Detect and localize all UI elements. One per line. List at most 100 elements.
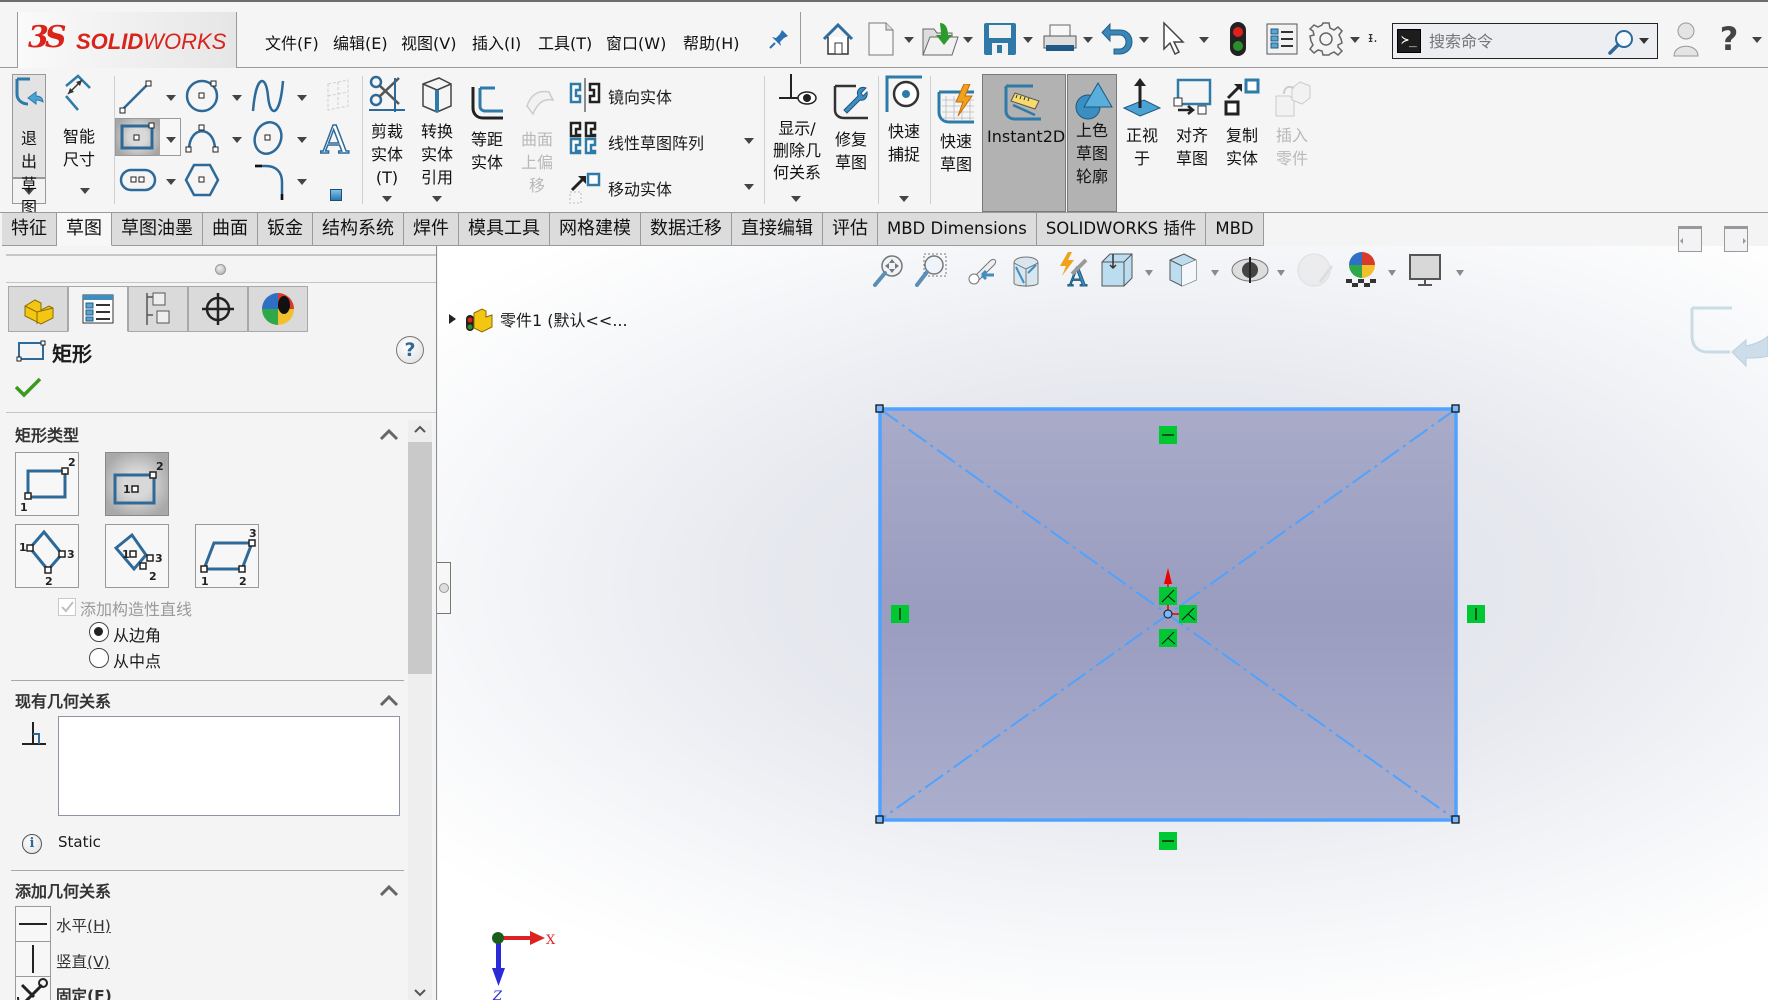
rect-type-corner[interactable]: 12 — [15, 452, 79, 516]
arc-caret[interactable] — [232, 137, 242, 143]
display-delete-relations-button[interactable]: 显示/ 删除几 何关系 — [768, 72, 826, 184]
linear-pattern-icon[interactable] — [568, 120, 602, 160]
new-document-icon[interactable] — [864, 20, 898, 58]
linear-pattern-label[interactable]: 线性草图阵列 — [608, 130, 704, 154]
search-input[interactable] — [1429, 28, 1609, 54]
line-caret[interactable] — [166, 95, 176, 101]
open-dropdown-caret[interactable] — [963, 37, 973, 43]
polygon-icon[interactable] — [184, 162, 220, 202]
menu-window[interactable]: 窗口(W) — [606, 30, 666, 54]
options-dropdown-caret[interactable] — [1350, 37, 1360, 43]
collapse-rectangle-type-icon[interactable] — [378, 426, 400, 441]
display-style-icon[interactable] — [1166, 252, 1200, 288]
shaded-sketch-contours-button[interactable]: 上色 草图 轮廓 — [1067, 74, 1117, 212]
zoom-to-fit-icon[interactable] — [872, 252, 906, 288]
rect-type-3-point-center[interactable]: 1 3 2 — [105, 524, 169, 588]
insert-part-button[interactable]: 插入 零件 — [1270, 78, 1314, 170]
convert-caret[interactable] — [432, 196, 442, 202]
tab-structure-system[interactable]: 结构系统 — [313, 213, 404, 246]
existing-relations-list[interactable] — [58, 716, 400, 816]
hide-show-caret[interactable] — [1277, 270, 1285, 276]
view-settings-caret[interactable] — [1456, 270, 1464, 276]
radio-from-midpoint[interactable] — [89, 648, 109, 668]
tab-sketch-ink[interactable]: 草图油墨 — [112, 213, 203, 246]
panel-collapse-handle[interactable] — [215, 264, 226, 275]
select-icon[interactable] — [1158, 20, 1190, 58]
mirror-entities-label[interactable]: 镜向实体 — [608, 84, 672, 108]
print-dropdown-caret[interactable] — [1083, 37, 1093, 43]
section-view-icon[interactable] — [1008, 252, 1044, 288]
relation-vertical-label[interactable]: 竖直(V) — [56, 950, 110, 972]
ok-checkmark-button[interactable] — [14, 376, 42, 402]
rapid-sketch-button[interactable]: 快速 草图 — [934, 83, 978, 176]
menu-view[interactable]: 视图(V) — [401, 30, 456, 54]
relation-horizontal-label[interactable]: 水平(H) — [56, 914, 111, 936]
rebuild-traffic-light-icon[interactable] — [1226, 20, 1250, 58]
expand-arrow-icon[interactable] — [448, 313, 458, 325]
tab-feature-manager[interactable] — [8, 286, 68, 332]
move-entities-icon[interactable] — [568, 172, 602, 210]
convert-entities-button[interactable]: 转换 实体 引用 — [416, 74, 458, 189]
tab-mold-tools[interactable]: 模具工具 — [459, 213, 550, 246]
scrollbar-thumb[interactable] — [408, 442, 432, 674]
help-dropdown-caret[interactable] — [1752, 37, 1762, 43]
smart-dimension-caret[interactable] — [80, 188, 90, 194]
undo-dropdown-caret[interactable] — [1139, 37, 1149, 43]
edit-appearance-icon[interactable] — [1296, 252, 1336, 288]
radio-from-corner[interactable] — [89, 622, 109, 642]
move-entities-caret[interactable] — [744, 184, 754, 190]
search-icon[interactable] — [1607, 28, 1635, 60]
tab-solidworks-addins[interactable]: SOLIDWORKS 插件 — [1036, 213, 1207, 246]
split-right-pane-icon[interactable] — [1724, 226, 1748, 252]
trim-caret[interactable] — [382, 196, 392, 202]
tab-data-migration[interactable]: 数据迁移 — [641, 213, 732, 246]
tab-sketch[interactable]: 草图 — [57, 213, 112, 246]
text-icon[interactable]: A — [318, 117, 354, 163]
quick-snaps-caret[interactable] — [899, 196, 909, 202]
tab-weldments[interactable]: 焊件 — [404, 213, 459, 246]
line-icon[interactable] — [118, 78, 154, 118]
tab-surfaces[interactable]: 曲面 — [203, 213, 258, 246]
tab-direct-editing[interactable]: 直接编辑 — [732, 213, 823, 246]
tab-evaluate[interactable]: 评估 — [823, 213, 878, 246]
save-icon[interactable] — [980, 20, 1020, 58]
tab-features[interactable]: 特征 — [2, 213, 57, 246]
home-icon[interactable] — [818, 20, 858, 58]
copy-entities-button[interactable]: 复制 实体 — [1220, 78, 1264, 170]
rectangle-button-active[interactable] — [116, 119, 160, 155]
dynamic-annotation-icon[interactable]: A — [1054, 252, 1092, 288]
quick-snaps-button[interactable]: 快速 捕捉 — [882, 74, 926, 166]
relation-horizontal-button[interactable] — [15, 906, 51, 942]
mirror-entities-icon[interactable] — [568, 78, 602, 116]
point-icon[interactable] — [330, 189, 342, 201]
display-relations-caret[interactable] — [791, 196, 801, 202]
menu-edit[interactable]: 编辑(E) — [333, 30, 388, 54]
panel-scrollbar[interactable] — [408, 420, 432, 1000]
rect-type-parallelogram[interactable]: 1 2 3 — [195, 524, 259, 588]
scroll-up-icon[interactable] — [413, 424, 427, 434]
split-left-pane-icon[interactable] — [1678, 226, 1702, 252]
select-dropdown-caret[interactable] — [1199, 37, 1209, 43]
relation-vertical-button[interactable] — [15, 941, 51, 977]
tab-sheet-metal[interactable]: 钣金 — [258, 213, 313, 246]
search-dropdown-caret[interactable] — [1639, 38, 1649, 44]
circle-icon[interactable] — [184, 78, 220, 118]
sketch-fillet-icon[interactable] — [252, 162, 288, 206]
spline-caret[interactable] — [297, 95, 307, 101]
offset-entities-button[interactable]: 等距 实体 — [466, 84, 508, 174]
help-button[interactable]: ? — [396, 336, 424, 364]
tab-property-manager[interactable] — [68, 286, 128, 332]
arc-icon[interactable] — [184, 120, 220, 160]
new-dropdown-caret[interactable] — [904, 37, 914, 43]
menu-file[interactable]: 文件(F) — [265, 30, 319, 54]
tab-configuration-manager[interactable] — [128, 286, 188, 332]
apply-scene-caret[interactable] — [1388, 270, 1396, 276]
apply-scene-icon[interactable] — [1344, 252, 1380, 288]
open-icon[interactable] — [918, 20, 962, 58]
tab-mesh-modeling[interactable]: 网格建模 — [550, 213, 641, 246]
instant2d-button[interactable]: Instant2D — [982, 74, 1066, 212]
help-icon[interactable]: ? — [1714, 20, 1744, 58]
undo-icon[interactable] — [1098, 20, 1138, 58]
pin-icon[interactable] — [766, 20, 792, 58]
linear-pattern-caret[interactable] — [744, 138, 754, 144]
